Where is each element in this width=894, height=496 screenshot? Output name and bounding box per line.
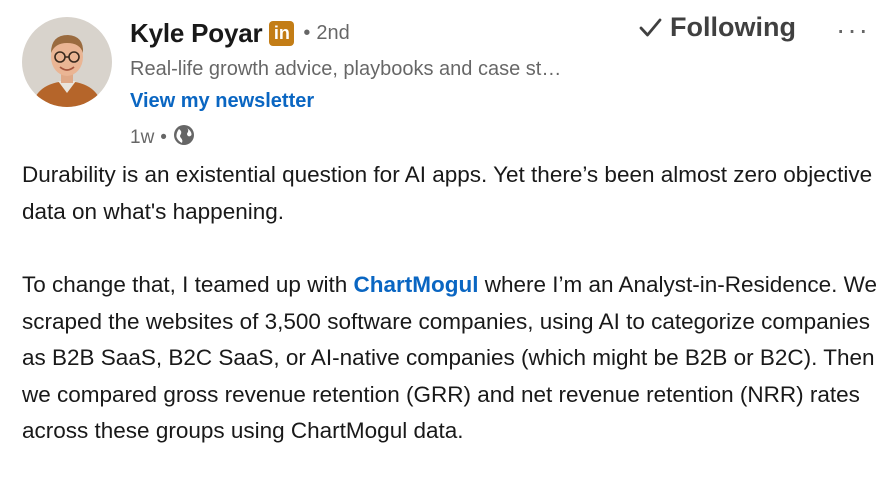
checkmark-icon	[639, 18, 662, 36]
connection-degree: 2nd	[316, 21, 350, 44]
post-meta: 1w •	[130, 124, 894, 152]
paragraph-2-intro: To change that, I teamed up with	[22, 272, 354, 297]
globe-icon	[173, 124, 195, 152]
degree-separator: •	[303, 21, 311, 44]
author-headline[interactable]: Real-life growth advice, playbooks and c…	[130, 58, 894, 86]
following-label: Following	[670, 12, 796, 42]
linkedin-premium-icon: in	[269, 20, 295, 46]
avatar-portrait	[22, 17, 112, 107]
meta-separator: •	[160, 127, 167, 148]
post-paragraph-1: Durability is an existential question fo…	[22, 162, 873, 224]
paragraph-2-rest: where I’m an Analyst-in-Residence. We sc…	[22, 272, 877, 443]
post-timestamp[interactable]: 1w	[130, 127, 154, 149]
author-avatar[interactable]	[22, 17, 112, 107]
chartmogul-mention-link[interactable]: ChartMogul	[353, 272, 478, 297]
view-newsletter-link[interactable]: View my newsletter	[130, 90, 894, 118]
author-name[interactable]: Kyle Poyar	[130, 18, 263, 49]
post-body: Durability is an existential question fo…	[22, 157, 882, 450]
post-paragraph-2: To change that, I teamed up with ChartMo…	[22, 267, 882, 450]
following-button[interactable]: Following	[638, 12, 796, 43]
more-options-icon[interactable]: ···	[836, 14, 870, 46]
